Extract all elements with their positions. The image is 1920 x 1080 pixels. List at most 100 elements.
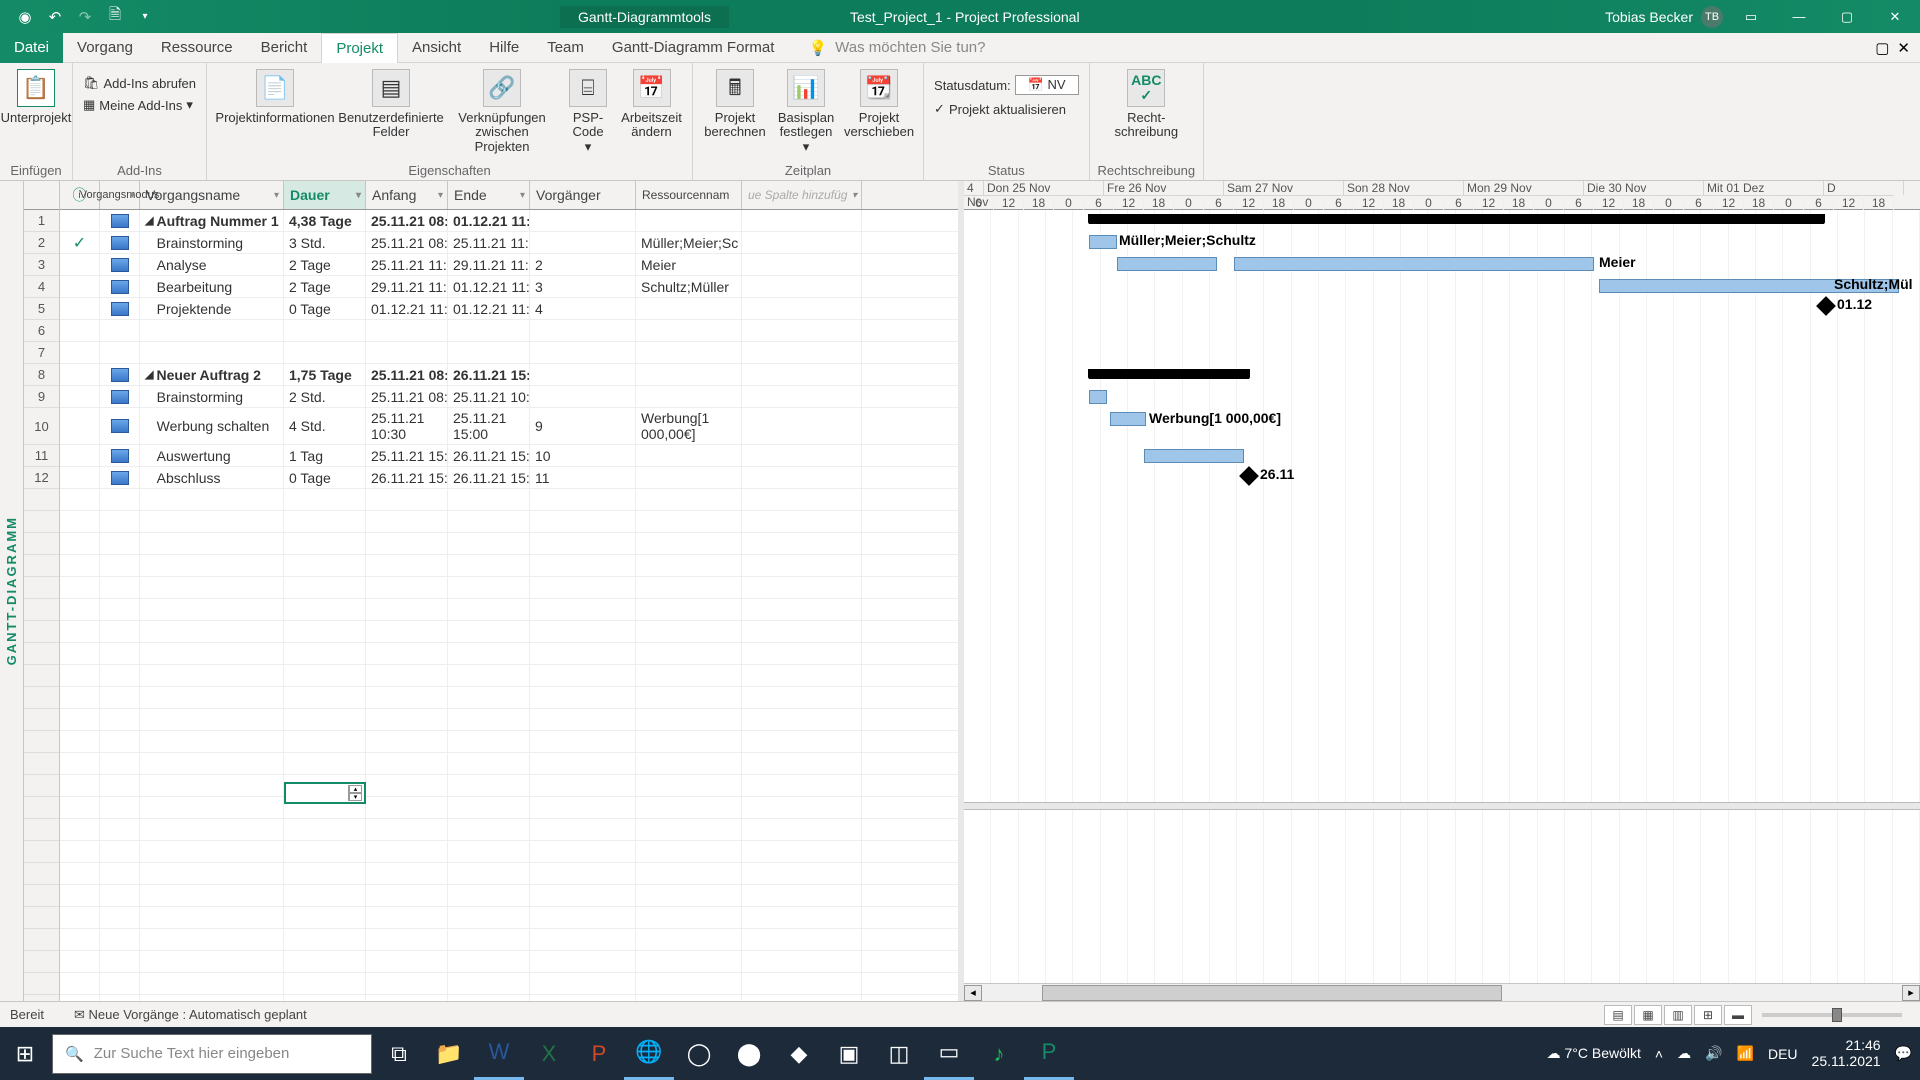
row-header[interactable] xyxy=(24,819,59,841)
gantt-bar-9[interactable] xyxy=(1089,390,1107,404)
clock[interactable]: 21:46 25.11.2021 xyxy=(1812,1038,1881,1069)
table-row[interactable] xyxy=(60,709,958,731)
table-row[interactable]: Projektende 0 Tage 01.12.21 11:3 01.12.2… xyxy=(60,298,958,320)
app-icon-4[interactable]: ▭ xyxy=(924,1027,974,1080)
tab-hilfe[interactable]: Hilfe xyxy=(475,33,533,63)
doc-icon[interactable]: 🗎 xyxy=(105,7,125,27)
projektinfo-button[interactable]: 📄Projektinformationen xyxy=(215,67,335,125)
table-row[interactable] xyxy=(60,995,958,1001)
view-gantt[interactable]: ▤ xyxy=(1604,1005,1632,1025)
row-header[interactable] xyxy=(24,753,59,775)
tab-projekt[interactable]: Projekt xyxy=(321,33,398,63)
table-row[interactable] xyxy=(60,599,958,621)
gantt-bar-3[interactable] xyxy=(1117,257,1217,271)
tab-ressource[interactable]: Ressource xyxy=(147,33,247,63)
gantt-summary-1[interactable] xyxy=(1089,214,1824,224)
row-header[interactable]: 2 xyxy=(24,232,59,254)
maximize-button[interactable]: ▢ xyxy=(1827,0,1867,33)
undo-button[interactable]: ↶ xyxy=(45,7,65,27)
table-row[interactable]: Auswertung 1 Tag 25.11.21 15:0 26.11.21 … xyxy=(60,445,958,467)
berechnen-button[interactable]: 🖩Projekt berechnen xyxy=(701,67,769,140)
zoom-slider[interactable] xyxy=(1762,1013,1902,1017)
col-ressourcen[interactable]: Ressourcennam xyxy=(636,181,742,209)
task-view[interactable]: ⧉ xyxy=(374,1027,424,1080)
windows-search[interactable]: 🔍 Zur Suche Text hier eingeben xyxy=(52,1034,372,1074)
gantt-summary-8[interactable] xyxy=(1089,369,1249,379)
tab-datei[interactable]: Datei xyxy=(0,33,63,63)
table-row[interactable] xyxy=(60,555,958,577)
row-header[interactable] xyxy=(24,951,59,973)
project-icon[interactable]: P xyxy=(1024,1027,1074,1080)
lang-indicator[interactable]: DEU xyxy=(1768,1046,1798,1062)
gantt-hscroll[interactable]: ◂ ▸ xyxy=(964,983,1920,1001)
col-anfang[interactable]: Anfang▾ xyxy=(366,181,448,209)
table-row[interactable]: Brainstorming 2 Std. 25.11.21 08:0 25.11… xyxy=(60,386,958,408)
autosave-icon[interactable]: ◉ xyxy=(15,7,35,27)
view-team[interactable]: ▥ xyxy=(1664,1005,1692,1025)
minimize-button[interactable]: — xyxy=(1779,0,1819,33)
row-header[interactable] xyxy=(24,929,59,951)
table-row[interactable] xyxy=(60,775,958,797)
gantt-bar-3b[interactable] xyxy=(1234,257,1594,271)
collapse-icon[interactable]: ◢ xyxy=(145,214,153,227)
table-row[interactable] xyxy=(60,320,958,342)
tab-vorgang[interactable]: Vorgang xyxy=(63,33,147,63)
arbeitszeit-button[interactable]: 📅Arbeitszeit ändern xyxy=(619,67,684,140)
close-button[interactable]: ✕ xyxy=(1875,0,1915,33)
spinner[interactable]: ▴▾ xyxy=(348,785,362,801)
speaker-icon[interactable]: 🔊 xyxy=(1705,1045,1722,1062)
row-header[interactable] xyxy=(24,643,59,665)
app-icon-3[interactable]: ◫ xyxy=(874,1027,924,1080)
row-header[interactable]: 7 xyxy=(24,342,59,364)
table-row[interactable]: Analyse 2 Tage 25.11.21 11:0 29.11.21 11… xyxy=(60,254,958,276)
col-mode[interactable]: Vorgangsmodus▾ xyxy=(100,181,140,209)
obs-icon[interactable]: ⬤ xyxy=(724,1027,774,1080)
row-header[interactable] xyxy=(24,577,59,599)
row-header[interactable]: 1 xyxy=(24,210,59,232)
table-row[interactable] xyxy=(60,797,958,819)
aktualisieren-button[interactable]: ✓Projekt aktualisieren xyxy=(932,99,1080,119)
view-usage[interactable]: ▦ xyxy=(1634,1005,1662,1025)
ribbon-options-button[interactable]: ▭ xyxy=(1731,0,1771,33)
row-header[interactable]: 5 xyxy=(24,298,59,320)
chrome-icon[interactable]: ◯ xyxy=(674,1027,724,1080)
view-resource[interactable]: ⊞ xyxy=(1694,1005,1722,1025)
row-header[interactable] xyxy=(24,841,59,863)
table-row[interactable] xyxy=(60,885,958,907)
row-header[interactable] xyxy=(24,665,59,687)
table-row[interactable] xyxy=(60,489,958,511)
table-row[interactable] xyxy=(60,841,958,863)
powerpoint-icon[interactable]: P xyxy=(574,1027,624,1080)
table-row[interactable] xyxy=(60,511,958,533)
tell-me-search[interactable]: 💡 Was möchten Sie tun? xyxy=(808,39,985,57)
redo-button[interactable]: ↷ xyxy=(75,7,95,27)
weather-widget[interactable]: ☁ 7°C Bewölkt xyxy=(1547,1045,1641,1062)
col-vorgaenger[interactable]: Vorgänger xyxy=(530,181,636,209)
row-header[interactable] xyxy=(24,775,59,797)
row-header[interactable] xyxy=(24,731,59,753)
start-button[interactable]: ⊞ xyxy=(0,1027,50,1080)
spin-down[interactable]: ▾ xyxy=(349,793,362,801)
table-row[interactable]: ✓ Brainstorming 3 Std. 25.11.21 08:0 25.… xyxy=(60,232,958,254)
collapse-icon[interactable]: ◢ xyxy=(145,368,153,381)
table-row[interactable] xyxy=(60,973,958,995)
col-add[interactable]: ue Spalte hinzufüg▾ xyxy=(742,181,862,209)
row-header[interactable] xyxy=(24,907,59,929)
table-row[interactable] xyxy=(60,342,958,364)
scroll-left[interactable]: ◂ xyxy=(964,985,982,1001)
gantt-bar-11[interactable] xyxy=(1144,449,1244,463)
table-row[interactable] xyxy=(60,643,958,665)
table-row[interactable]: Werbung schalten 4 Std. 25.11.21 10:30 2… xyxy=(60,408,958,445)
verschieben-button[interactable]: 📆Projekt verschieben xyxy=(843,67,915,140)
unterprojekt-button[interactable]: 📋 Unterprojekt xyxy=(8,67,64,125)
table-row[interactable]: Bearbeitung 2 Tage 29.11.21 11:3 01.12.2… xyxy=(60,276,958,298)
wifi-icon[interactable]: 📶 xyxy=(1737,1045,1754,1062)
row-header[interactable]: 9 xyxy=(24,386,59,408)
scroll-right[interactable]: ▸ xyxy=(1902,985,1920,1001)
table-row[interactable] xyxy=(60,731,958,753)
row-header[interactable] xyxy=(24,621,59,643)
row-header[interactable]: 10 xyxy=(24,408,59,445)
row-header[interactable]: 3 xyxy=(24,254,59,276)
view-report[interactable]: ▬ xyxy=(1724,1005,1752,1025)
table-row[interactable] xyxy=(60,819,958,841)
